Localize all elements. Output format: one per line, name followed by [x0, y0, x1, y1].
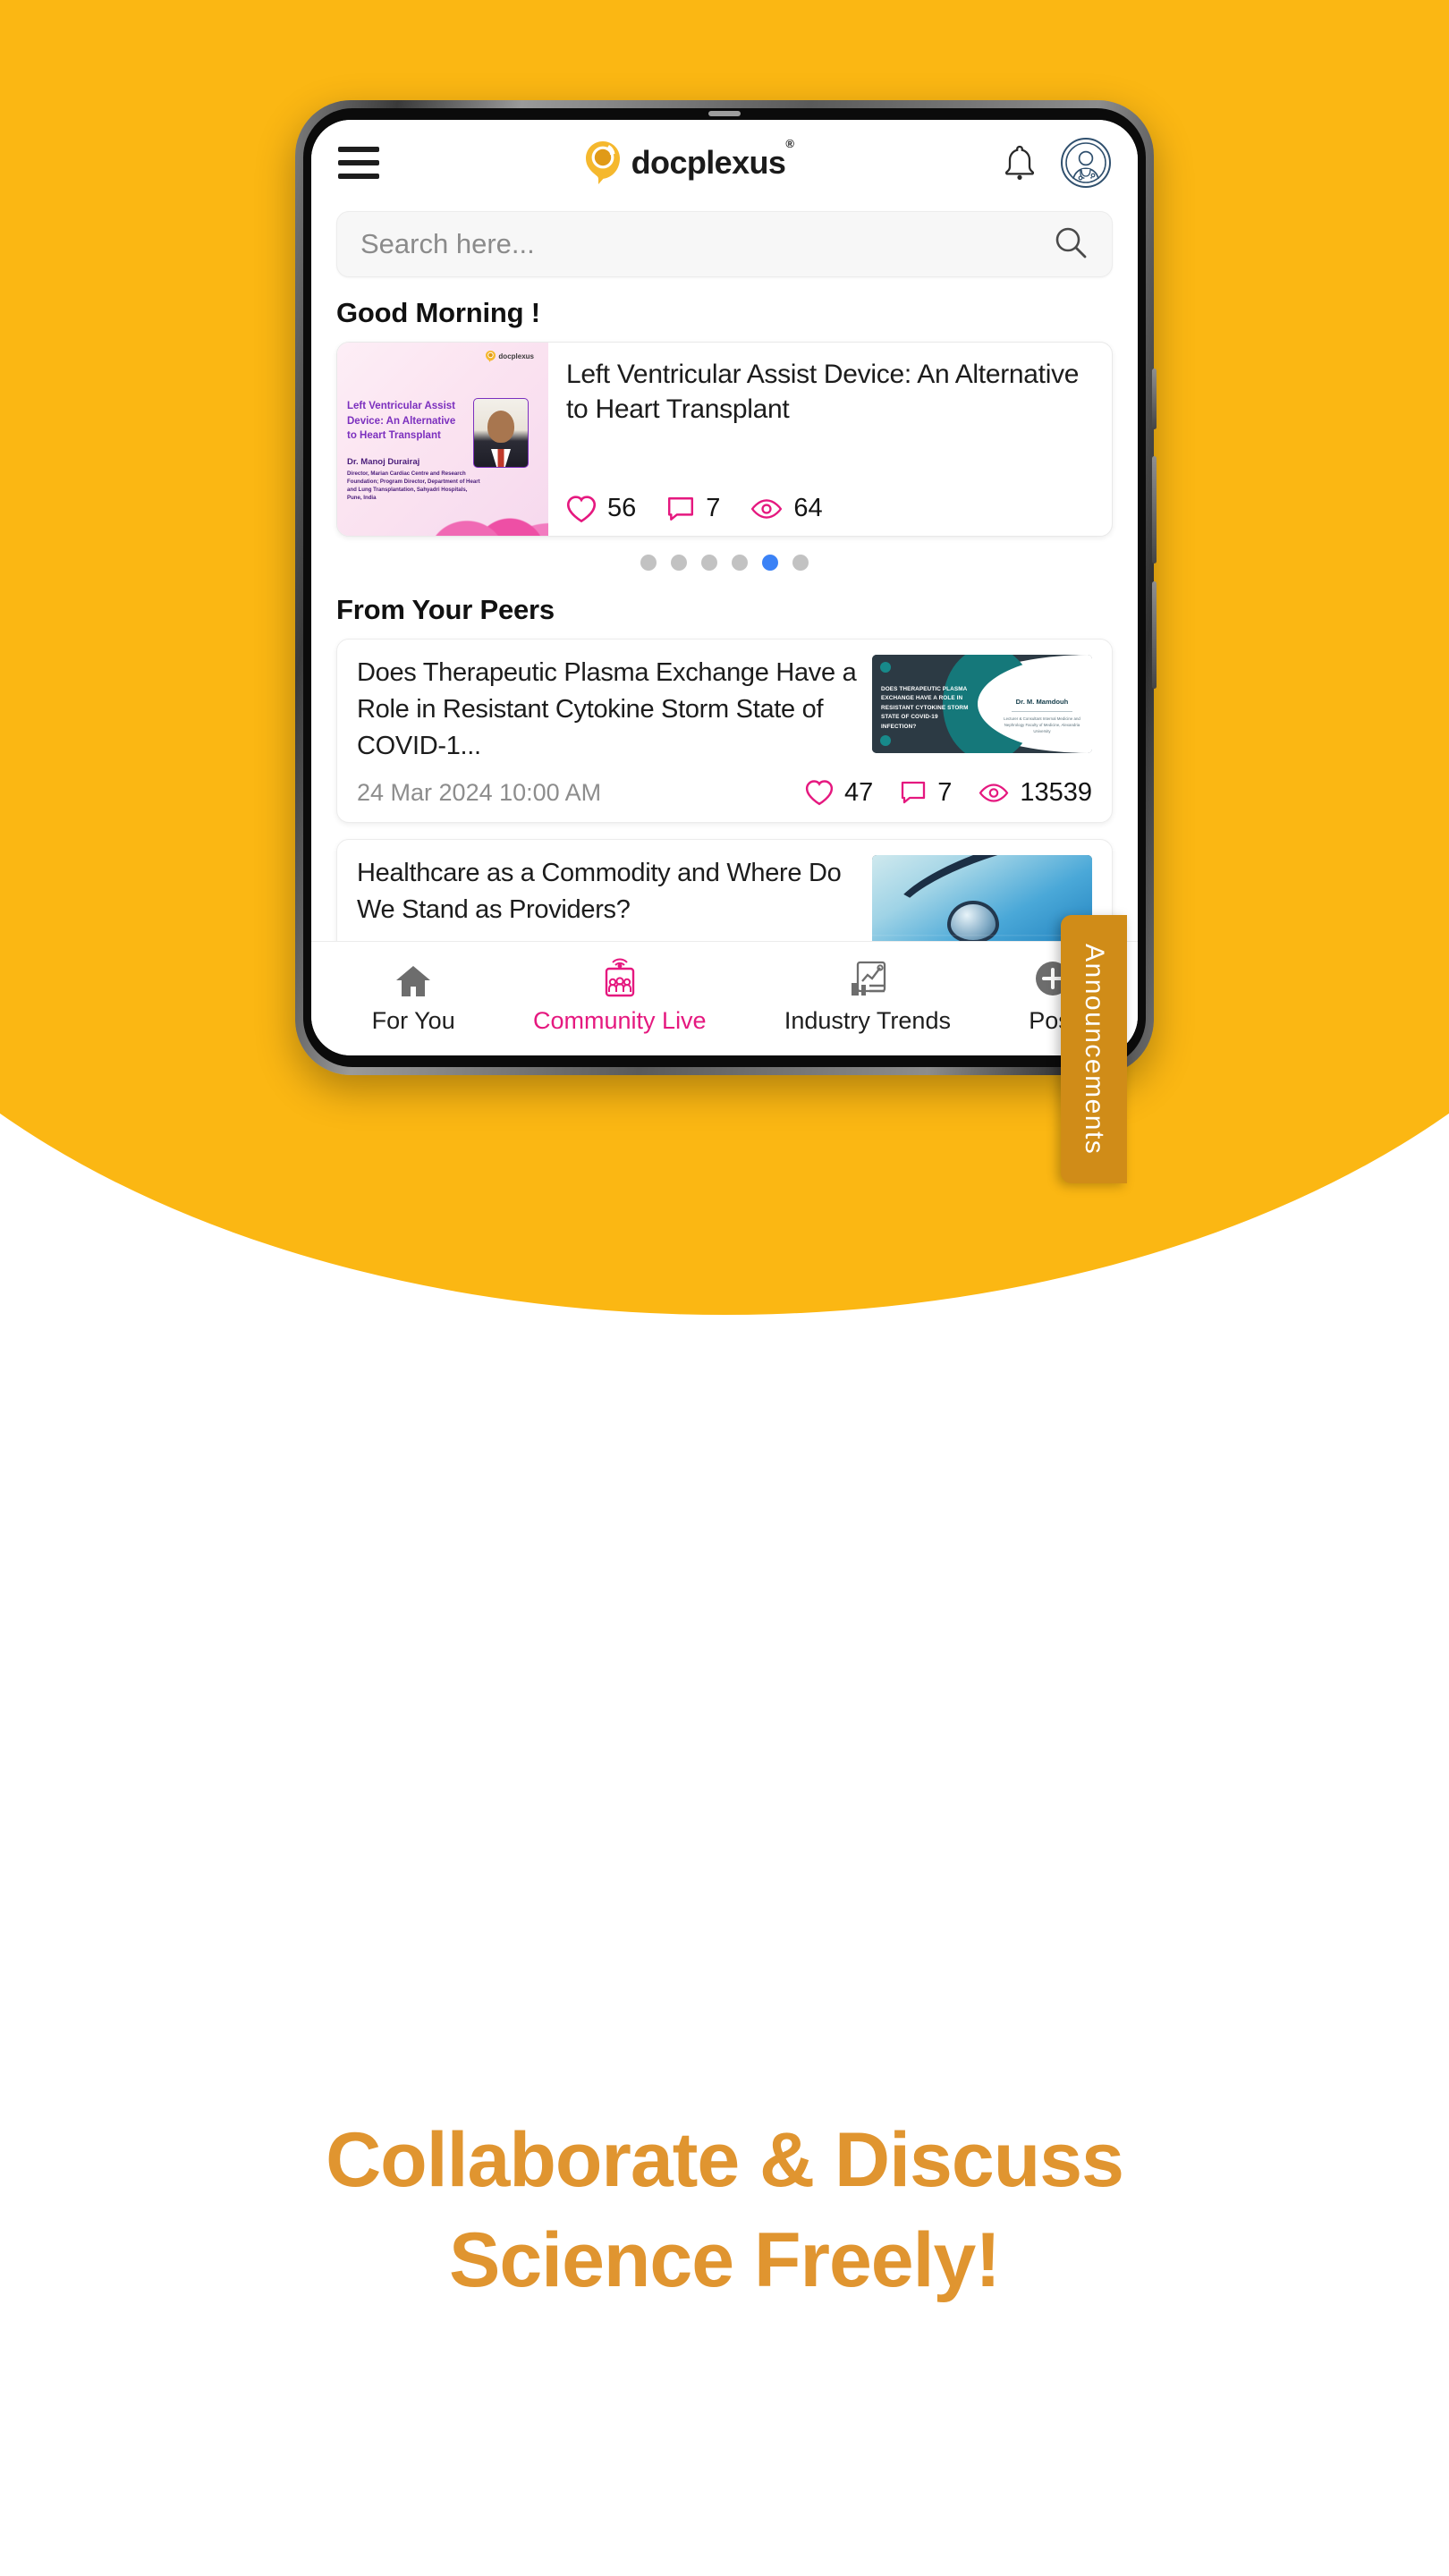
- list-item[interactable]: Healthcare as a Commodity and Where Do W…: [336, 838, 1113, 941]
- thumbnail-brand-name: docplexus: [498, 352, 534, 360]
- nav-label: Industry Trends: [784, 1006, 951, 1034]
- like-count: 56: [607, 494, 637, 522]
- thumbnail-heading: DOES THERAPEUTIC PLASMA EXCHANGE HAVE A …: [881, 686, 969, 730]
- thumbnail-speaker: Dr. Manoj Durairaj: [347, 457, 420, 467]
- carousel-dot[interactable]: [701, 555, 717, 571]
- doctor-avatar-icon[interactable]: [1061, 138, 1111, 188]
- nav-item-for-you[interactable]: For You: [372, 954, 455, 1035]
- carousel-dot[interactable]: [792, 555, 809, 571]
- heart-icon: [566, 495, 597, 522]
- view-stat: 64: [750, 494, 823, 523]
- phone-side-button-mute: [1152, 369, 1157, 429]
- announcements-tab[interactable]: Announcements: [1061, 915, 1127, 1183]
- brand-logo-group: docplexus®: [374, 137, 1002, 186]
- eye-icon: [751, 498, 783, 519]
- search-box[interactable]: [336, 211, 1113, 277]
- tagline-line-1: Collaborate & Discuss: [326, 2117, 1124, 2203]
- thumbnail-speaker-photo: [473, 398, 529, 468]
- search-icon[interactable]: [1053, 225, 1089, 265]
- home-icon: [394, 954, 433, 999]
- view-count: 13539: [1020, 777, 1092, 807]
- thumbnail-brand-logo: docplexus: [486, 351, 534, 362]
- phone-side-button-volume: [1152, 456, 1157, 564]
- list-item[interactable]: Does Therapeutic Plasma Exchange Have a …: [336, 639, 1113, 823]
- nav-label: Community Live: [533, 1006, 707, 1034]
- header-icon-group: [1002, 138, 1111, 188]
- comment-count: 7: [937, 777, 953, 807]
- thumbnail-title: Left Ventricular Assist Device: An Alter…: [347, 401, 456, 442]
- greeting-text: Good Morning !: [336, 297, 540, 328]
- brand-name: docplexus®: [631, 137, 794, 182]
- comment-icon: [902, 781, 926, 804]
- carousel-dots: [336, 537, 1113, 583]
- eye-icon: [979, 783, 1009, 802]
- like-stat[interactable]: 56: [566, 494, 636, 523]
- post-thumbnail: DOES THERAPEUTIC PLASMA EXCHANGE HAVE A …: [872, 655, 1092, 753]
- post-date: 24 Mar 2024 10:00 AM: [357, 778, 602, 806]
- peers-section-title: From Your Peers: [336, 594, 555, 625]
- carousel-dot[interactable]: [732, 555, 748, 571]
- like-count: 47: [843, 777, 874, 807]
- app-screen: docplexus® Search here... Good Morning !…: [311, 120, 1138, 1055]
- carousel-dot[interactable]: [640, 555, 657, 571]
- view-stat: 13539: [979, 778, 1092, 808]
- featured-thumbnail: docplexus Left Ventricular Assist Device…: [337, 343, 548, 536]
- nav-item-community-live[interactable]: Community Live: [533, 954, 707, 1035]
- heart-icon: [805, 780, 834, 806]
- carousel-dot[interactable]: [671, 555, 687, 571]
- featured-post-card[interactable]: docplexus Left Ventricular Assist Device…: [336, 342, 1113, 537]
- view-count: 64: [793, 494, 823, 522]
- phone-mockup: docplexus® Search here... Good Morning !…: [295, 100, 1157, 1075]
- thumbnail-speaker: Dr. M. Mamdouh: [1015, 698, 1069, 706]
- announcements-label: Announcements: [1080, 943, 1109, 1156]
- carousel-dot-active[interactable]: [762, 555, 778, 571]
- bottom-navigation: For You Community Live Industry Trends P…: [311, 941, 1138, 1055]
- comment-count: 7: [706, 494, 721, 522]
- thumbnail-affiliation: Lecturer & Consultant Internal Medicine …: [1004, 716, 1080, 734]
- phone-side-button-power: [1152, 581, 1157, 689]
- like-stat[interactable]: 47: [805, 778, 873, 808]
- search-input[interactable]: [360, 228, 1053, 260]
- docplexus-pin-logo-icon: [582, 140, 623, 186]
- nav-item-industry-trends[interactable]: Industry Trends: [784, 954, 951, 1035]
- post-thumbnail: [872, 854, 1092, 941]
- featured-stats: 56 7 64: [566, 494, 1094, 525]
- industry-trends-icon: [847, 954, 888, 999]
- comment-icon: [668, 496, 694, 521]
- featured-body: Left Ventricular Assist Device: An Alter…: [548, 343, 1112, 536]
- app-header: docplexus®: [311, 120, 1138, 206]
- community-live-icon: [599, 954, 640, 999]
- feed-scroll-area[interactable]: Good Morning ! docplexus Left Ventricula…: [311, 286, 1138, 941]
- comment-stat[interactable]: 7: [666, 494, 720, 523]
- search-bar-container: [311, 206, 1138, 286]
- bell-icon[interactable]: [1002, 143, 1038, 182]
- tagline-line-2: Science Freely!: [448, 2216, 1001, 2303]
- brand-name-text: docplexus: [631, 144, 786, 181]
- brand-trademark: ®: [785, 137, 794, 150]
- post-title: Healthcare as a Commodity and Where Do W…: [357, 858, 842, 924]
- comment-stat[interactable]: 7: [900, 778, 952, 808]
- featured-title: Left Ventricular Assist Device: An Alter…: [566, 360, 1080, 424]
- thumbnail-decoration: [427, 470, 548, 536]
- tagline: Collaborate & Discuss Science Freely!: [0, 2111, 1449, 2311]
- nav-label: For You: [371, 1006, 455, 1034]
- phone-speaker: [708, 111, 741, 116]
- post-title: Does Therapeutic Plasma Exchange Have a …: [357, 658, 857, 761]
